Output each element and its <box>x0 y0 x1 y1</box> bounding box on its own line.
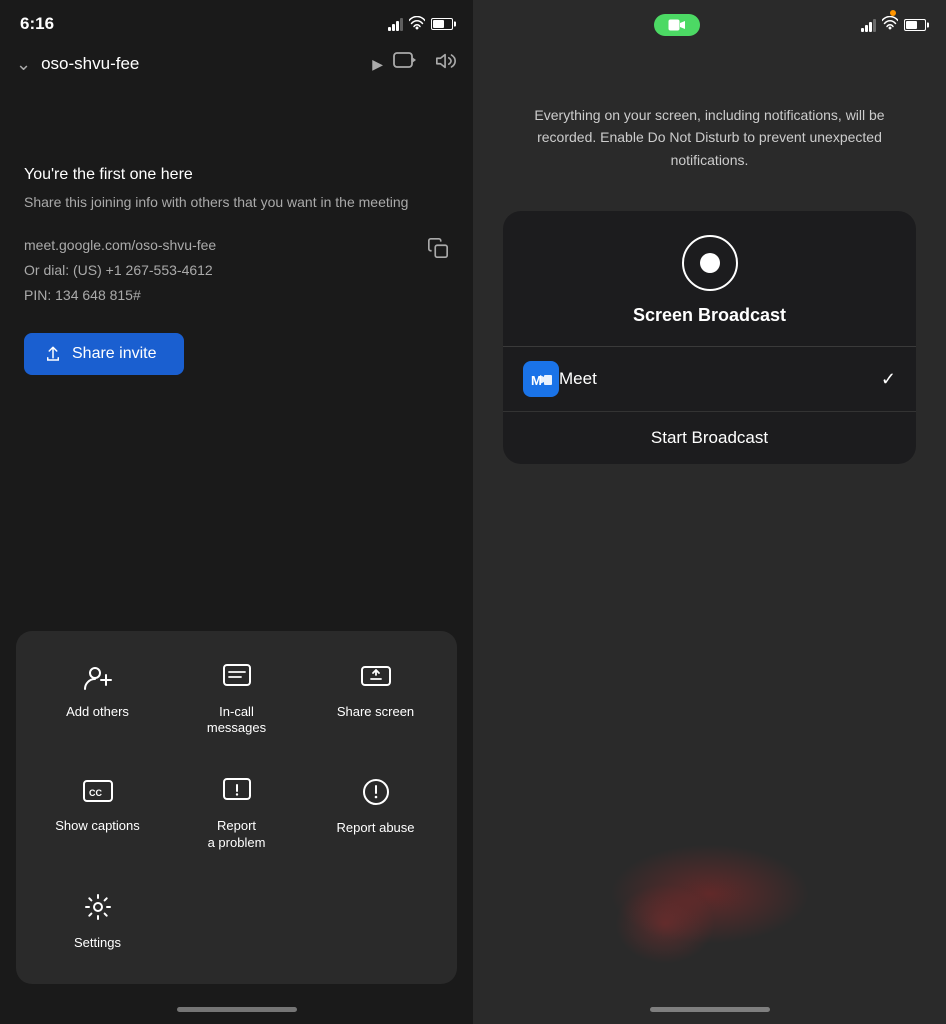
menu-grid: Add others In-callmessages <box>32 647 441 968</box>
captions-label: Show captions <box>55 818 140 835</box>
share-invite-button[interactable]: Share invite <box>24 333 184 375</box>
meet-app-icon: M <box>523 361 559 397</box>
share-screen-label: Share screen <box>337 704 414 721</box>
pin-info: PIN: 134 648 815# <box>24 283 216 308</box>
chevron-right-icon: ▶ <box>372 56 383 73</box>
messages-label: In-callmessages <box>207 704 266 738</box>
camera-flip-icon[interactable] <box>393 50 417 78</box>
dial-info: Or dial: (US) +1 267-553-4612 <box>24 258 216 283</box>
report-abuse-label: Report abuse <box>336 820 414 837</box>
menu-item-report-abuse[interactable]: Report abuse <box>310 761 441 868</box>
meeting-info-section: You're the first one here Share this joi… <box>0 86 473 631</box>
record-button-outer[interactable] <box>682 235 738 291</box>
first-here-text: You're the first one here <box>24 166 449 184</box>
right-panel: Everything on your screen, including not… <box>473 0 946 1024</box>
home-indicator-right <box>650 1007 770 1012</box>
broadcast-info-text: Everything on your screen, including not… <box>473 44 946 201</box>
settings-icon <box>83 892 113 927</box>
battery-icon <box>431 18 453 30</box>
signal-icon <box>388 18 403 31</box>
screen-broadcast-title: Screen Broadcast <box>633 305 786 326</box>
record-button-inner <box>700 253 720 273</box>
report-problem-label: Reporta problem <box>208 818 266 852</box>
meet-app-label: Meet <box>559 369 881 389</box>
broadcast-header: Screen Broadcast <box>503 211 916 346</box>
settings-label: Settings <box>74 935 121 952</box>
camera-active-pill <box>654 14 700 36</box>
right-wifi-icon <box>882 15 898 35</box>
right-signal-icon <box>861 19 876 32</box>
menu-item-add-others[interactable]: Add others <box>32 647 163 754</box>
bottom-menu: Add others In-callmessages <box>16 631 457 984</box>
menu-item-captions[interactable]: CC Show captions <box>32 761 163 868</box>
glow-red <box>615 884 715 964</box>
meet-app-row[interactable]: M Meet ✓ <box>503 347 916 412</box>
meeting-url: meet.google.com/oso-shvu-fee <box>24 233 216 258</box>
time-display: 6:16 <box>20 14 54 34</box>
chevron-down-icon[interactable]: ⌄ <box>16 54 31 75</box>
speaker-icon[interactable] <box>435 50 457 78</box>
share-description: Share this joining info with others that… <box>24 192 449 213</box>
share-screen-icon <box>360 663 392 696</box>
share-invite-label: Share invite <box>72 345 157 363</box>
header-icons <box>393 50 457 78</box>
recording-indicator <box>890 10 896 16</box>
menu-item-report-problem[interactable]: Reporta problem <box>171 761 302 868</box>
broadcast-card: Screen Broadcast M Meet ✓ Start Broadcas… <box>503 211 916 464</box>
right-status-icons <box>861 15 926 35</box>
messages-icon <box>222 663 252 696</box>
meeting-name: oso-shvu-fee <box>41 54 362 74</box>
meeting-link-details: meet.google.com/oso-shvu-fee Or dial: (U… <box>24 233 216 309</box>
right-battery-icon <box>904 19 926 31</box>
svg-text:CC: CC <box>89 788 102 798</box>
add-others-label: Add others <box>66 704 129 721</box>
status-icons <box>388 16 453 33</box>
home-indicator-left <box>177 1007 297 1012</box>
menu-item-settings[interactable]: Settings <box>32 876 163 968</box>
status-bar-right <box>473 0 946 44</box>
checkmark-icon: ✓ <box>881 369 896 390</box>
start-broadcast-label: Start Broadcast <box>651 428 768 447</box>
left-panel: 6:16 ⌄ oso-shvu-fee <box>0 0 473 1024</box>
add-others-icon <box>82 663 114 696</box>
menu-item-share-screen[interactable]: Share screen <box>310 647 441 754</box>
wifi-icon <box>409 16 425 33</box>
share-icon <box>44 345 62 363</box>
report-abuse-icon <box>361 777 391 812</box>
meeting-link-row: meet.google.com/oso-shvu-fee Or dial: (U… <box>24 233 449 309</box>
menu-item-messages[interactable]: In-callmessages <box>171 647 302 754</box>
meeting-header: ⌄ oso-shvu-fee ▶ <box>0 42 473 86</box>
copy-icon[interactable] <box>427 237 449 265</box>
camera-pill-icon <box>668 18 686 32</box>
report-problem-icon <box>222 777 252 810</box>
status-bar-left: 6:16 <box>0 0 473 42</box>
start-broadcast-button[interactable]: Start Broadcast <box>503 412 916 464</box>
captions-icon: CC <box>82 777 114 810</box>
